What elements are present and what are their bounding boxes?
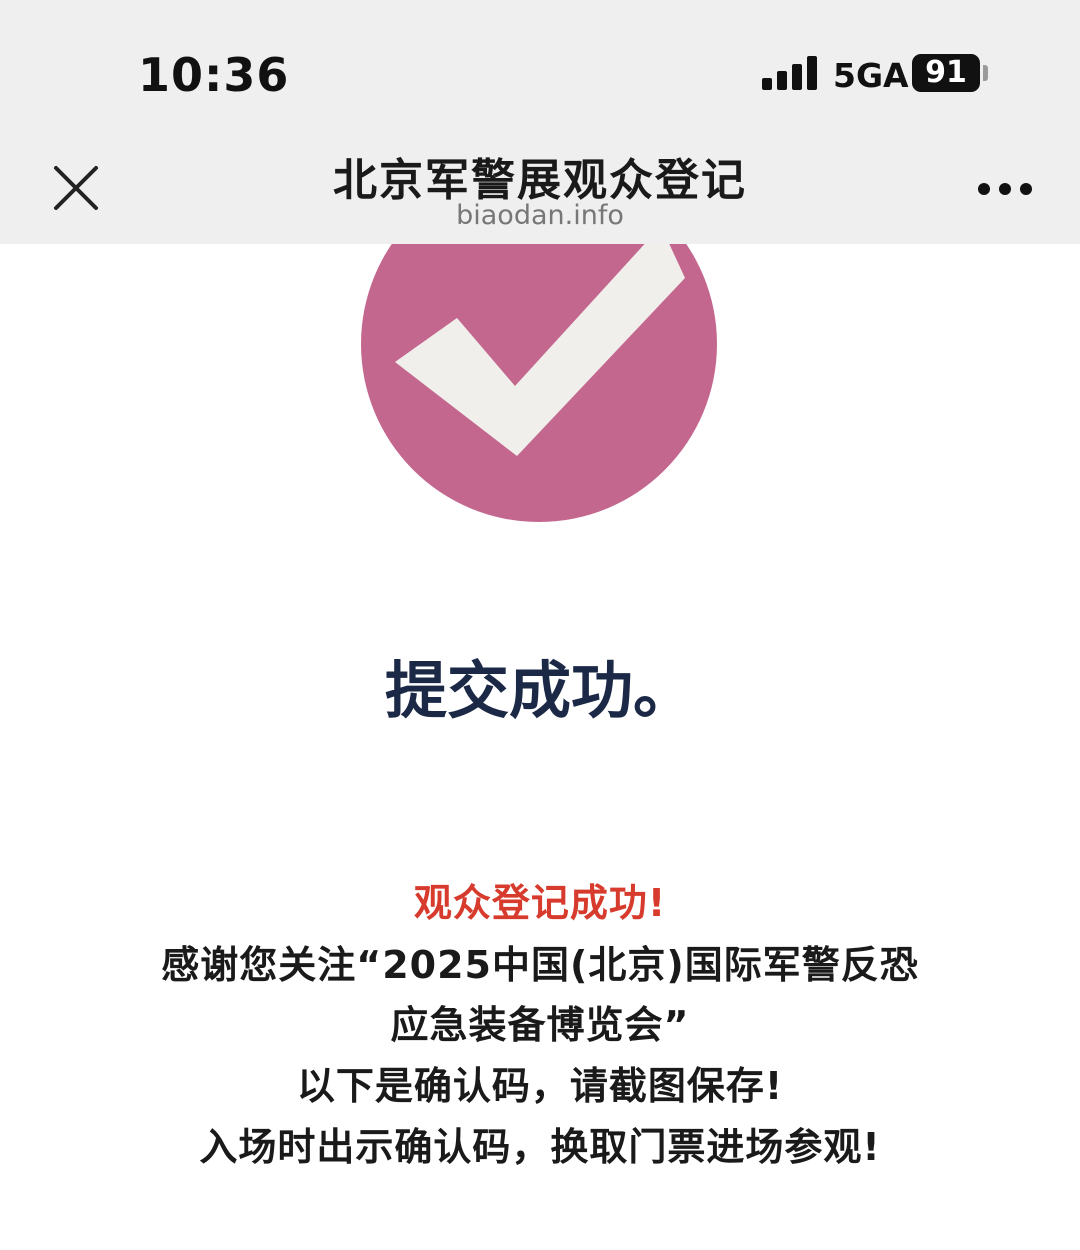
close-button-overlay[interactable] (48, 160, 104, 216)
message-line-1: 感谢您关注“2025中国(北京)国际军警反恐 (161, 943, 919, 987)
success-heading: 提交成功。 (384, 654, 695, 727)
message-line-3: 以下是确认码，请截图保存! (296, 1064, 784, 1108)
battery-icon-overlay: 91 (912, 54, 980, 92)
status-time-overlay: 10:36 (138, 48, 290, 102)
close-icon (54, 166, 98, 210)
signal-icon-overlay (762, 56, 818, 90)
page-title-overlay: 北京军警展观众登记 (333, 155, 747, 206)
more-button-overlay[interactable] (974, 180, 1036, 200)
success-message: 观众登记成功! (413, 881, 667, 925)
message-line-2: 应急装备博览会” (390, 1003, 690, 1047)
message-line-4: 入场时出示确认码，换取门票进场参观! (199, 1125, 881, 1169)
battery-tip-overlay (983, 65, 988, 81)
network-label-overlay: 5GA (833, 56, 909, 95)
page-domain-overlay: biaodan.info (456, 200, 624, 231)
